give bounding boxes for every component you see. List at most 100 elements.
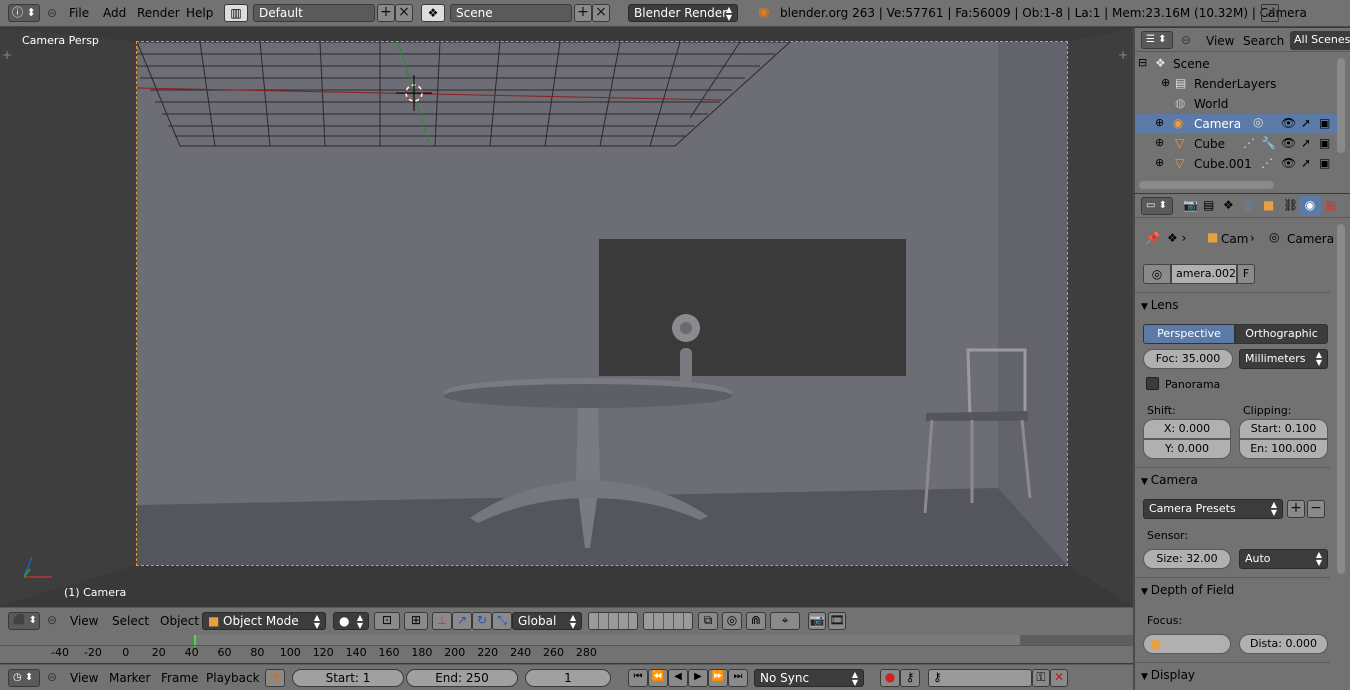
- fake-user-button[interactable]: F: [1237, 264, 1255, 284]
- layers-grid-2[interactable]: [643, 612, 693, 630]
- orthographic-button[interactable]: Orthographic: [1235, 324, 1328, 344]
- properties-editor-type[interactable]: ▭ ⬍: [1141, 197, 1173, 215]
- snap-toggle-icon[interactable]: ⋒: [746, 612, 766, 630]
- outliner-item-cube001[interactable]: ⊕ ▽ Cube.001 ⋰ 👁 ➚ ▣: [1135, 154, 1335, 174]
- perspective-button[interactable]: Perspective: [1143, 324, 1235, 344]
- expand-icon[interactable]: ⊕: [1161, 76, 1170, 89]
- outliner-item-renderlayers[interactable]: ⊕ ▤ RenderLayers: [1135, 74, 1335, 94]
- menu-file[interactable]: File: [69, 6, 89, 20]
- end-frame-field[interactable]: End: 250: [406, 669, 518, 687]
- datablock-browse-button[interactable]: ◎: [1143, 264, 1171, 284]
- sync-dropdown[interactable]: No Sync: [754, 669, 864, 687]
- menu-object[interactable]: Object: [160, 614, 199, 628]
- scene-tab-icon[interactable]: ❖: [1223, 198, 1234, 212]
- start-frame-field[interactable]: Start: 1: [292, 669, 404, 687]
- sensor-fit-dropdown[interactable]: Auto: [1239, 549, 1328, 569]
- selectability-cursor-icon[interactable]: ➚: [1301, 116, 1311, 130]
- layout-add-button[interactable]: +: [377, 4, 395, 22]
- collapse-icon[interactable]: ⊝: [47, 613, 57, 627]
- visibility-eye-icon[interactable]: 👁: [1281, 116, 1296, 130]
- outliner-vscrollbar[interactable]: [1337, 58, 1345, 153]
- viewport-editor-type[interactable]: ⬛ ⬍: [8, 612, 40, 630]
- manipulator-toggle[interactable]: ⟂: [432, 612, 452, 630]
- play-button[interactable]: ▶: [688, 669, 708, 687]
- shift-y-field[interactable]: Y: 0.000: [1143, 439, 1231, 459]
- dof-panel-header[interactable]: Depth of Field: [1141, 583, 1234, 597]
- jump-keyframe-forward-button[interactable]: ⏩: [708, 669, 728, 687]
- pin-icon[interactable]: 📌: [1145, 231, 1160, 245]
- render-engine-dropdown[interactable]: Blender Render: [628, 4, 738, 22]
- menu-playback[interactable]: Playback: [206, 671, 260, 685]
- limit-selection-button[interactable]: ⊞: [404, 612, 428, 630]
- outliner-menu-search[interactable]: Search: [1243, 34, 1284, 48]
- preset-add-button[interactable]: +: [1287, 500, 1305, 518]
- 3d-viewport[interactable]: Camera Persp (1) Camera + +: [0, 28, 1133, 606]
- sensor-size-field[interactable]: Size: 32.00: [1143, 549, 1231, 569]
- world-tab-icon[interactable]: ◍: [1243, 198, 1253, 212]
- expand-icon[interactable]: ⊕: [1155, 156, 1164, 169]
- outliner-hscrollbar[interactable]: [1139, 181, 1274, 189]
- snap-element-dropdown[interactable]: ⌖: [770, 612, 800, 630]
- lens-unit-dropdown[interactable]: Millimeters: [1239, 349, 1328, 369]
- preview-range-icon[interactable]: ◔: [265, 669, 285, 687]
- editor-type-button[interactable]: ⓘ ⬍: [8, 4, 40, 22]
- timeline-editor-type[interactable]: ◷ ⬍: [8, 669, 40, 687]
- record-button[interactable]: ●: [880, 669, 900, 687]
- layout-remove-button[interactable]: ×: [395, 4, 413, 22]
- delete-keyframe-icon[interactable]: ✕: [1050, 669, 1068, 687]
- shift-x-field[interactable]: X: 0.000: [1143, 419, 1231, 439]
- properties-vscrollbar[interactable]: [1337, 224, 1345, 574]
- jump-start-button[interactable]: ⏮: [628, 669, 648, 687]
- clip-start-field[interactable]: Start: 0.100: [1239, 419, 1328, 439]
- render-layers-tab-icon[interactable]: ▤: [1203, 198, 1214, 212]
- render-tab-icon[interactable]: 📷: [1183, 198, 1198, 212]
- menu-frame[interactable]: Frame: [161, 671, 198, 685]
- outliner-item-scene[interactable]: ⊟ ❖ Scene: [1135, 54, 1335, 74]
- fullscreen-icon[interactable]: ⤢: [1261, 4, 1279, 22]
- visibility-eye-icon[interactable]: 👁: [1281, 156, 1296, 170]
- object-tab-icon[interactable]: ■: [1263, 198, 1274, 212]
- keying-set-field[interactable]: ⚷: [928, 669, 1032, 687]
- keying-set-icon[interactable]: ⚷: [900, 669, 920, 687]
- lock-camera-icon[interactable]: ⧉: [698, 612, 718, 630]
- datablock-name-field[interactable]: amera.002: [1171, 264, 1237, 284]
- left-region-toggle-icon[interactable]: +: [2, 48, 12, 62]
- current-frame-field[interactable]: 1: [525, 669, 611, 687]
- menu-marker[interactable]: Marker: [109, 671, 150, 685]
- focus-distance-field[interactable]: Dista: 0.000: [1239, 634, 1328, 654]
- collapse-icon[interactable]: ⊝: [1181, 33, 1191, 47]
- focus-object-field[interactable]: ■: [1143, 634, 1231, 654]
- insert-keyframe-icon[interactable]: ⚿: [1032, 669, 1050, 687]
- outliner-item-cube[interactable]: ⊕ ▽ Cube ⋰ 🔧 👁 ➚ ▣: [1135, 134, 1335, 154]
- constraints-tab-icon[interactable]: ⛓: [1283, 198, 1298, 212]
- jump-keyframe-back-button[interactable]: ⏪: [648, 669, 668, 687]
- preset-remove-button[interactable]: −: [1307, 500, 1325, 518]
- camera-data-tab-icon[interactable]: ◉: [1299, 196, 1321, 216]
- renderability-camera-icon[interactable]: ▣: [1319, 156, 1330, 170]
- menu-help[interactable]: Help: [186, 6, 213, 20]
- clip-end-field[interactable]: En: 100.000: [1239, 439, 1328, 459]
- pivot-dropdown[interactable]: ⊡: [374, 612, 400, 630]
- layers-grid-1[interactable]: [588, 612, 638, 630]
- renderability-camera-icon[interactable]: ▣: [1319, 136, 1330, 150]
- camera-panel-header[interactable]: Camera: [1141, 473, 1198, 487]
- scale-manipulator[interactable]: ⤡: [492, 612, 512, 630]
- scene-remove-button[interactable]: ×: [592, 4, 610, 22]
- opengl-anim-icon[interactable]: 🎞: [828, 612, 846, 630]
- orientation-dropdown[interactable]: Global: [512, 612, 582, 630]
- translate-manipulator[interactable]: ↗: [452, 612, 472, 630]
- renderability-camera-icon[interactable]: ▣: [1319, 116, 1330, 130]
- selectability-cursor-icon[interactable]: ➚: [1301, 136, 1311, 150]
- menu-select[interactable]: Select: [112, 614, 149, 628]
- shading-dropdown[interactable]: ●: [333, 612, 369, 630]
- jump-end-button[interactable]: ⏭: [728, 669, 748, 687]
- layout-field[interactable]: Default: [253, 4, 375, 22]
- play-reverse-button[interactable]: ◀: [668, 669, 688, 687]
- outliner-item-world[interactable]: ◍ World: [1135, 94, 1335, 114]
- rotate-manipulator[interactable]: ↻: [472, 612, 492, 630]
- opengl-render-icon[interactable]: 📷: [808, 612, 826, 630]
- display-panel-header[interactable]: Display: [1141, 668, 1195, 682]
- scene-field[interactable]: Scene: [450, 4, 572, 22]
- selectability-cursor-icon[interactable]: ➚: [1301, 156, 1311, 170]
- right-region-toggle-icon[interactable]: +: [1118, 48, 1128, 62]
